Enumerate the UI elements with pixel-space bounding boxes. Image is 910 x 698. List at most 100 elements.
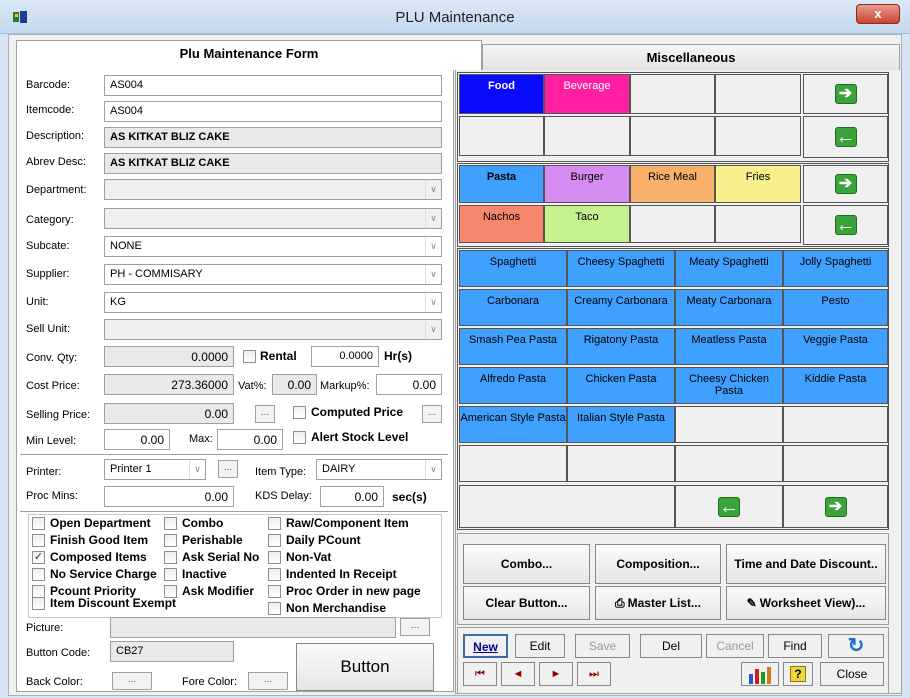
- flag-checkbox-ask-serial-no[interactable]: [164, 551, 177, 564]
- sell-unit-select[interactable]: ∨: [104, 319, 442, 340]
- flag-checkbox-composed-items[interactable]: ✓: [32, 551, 45, 564]
- flag-checkbox-open-department[interactable]: [32, 517, 45, 530]
- department-next-button[interactable]: ➔: [803, 74, 888, 114]
- category-prev-button[interactable]: ←: [803, 205, 888, 245]
- chevron-down-icon[interactable]: ∨: [189, 460, 205, 479]
- selling-price-ellipsis-button[interactable]: ...: [255, 405, 275, 423]
- new-button[interactable]: New: [463, 634, 508, 658]
- item-type-select[interactable]: DAIRY ∨: [316, 459, 442, 480]
- master-list-button[interactable]: ⎙ Master List...: [595, 586, 721, 620]
- flag-checkbox-item-discount-exempt[interactable]: [32, 597, 45, 610]
- item-button-italian-style-pasta[interactable]: Italian Style Pasta: [567, 406, 675, 443]
- flag-checkbox-indented-in-receipt[interactable]: [268, 568, 281, 581]
- min-level-input[interactable]: 0.00: [104, 429, 170, 450]
- item-button-veggie-pasta[interactable]: Veggie Pasta: [783, 328, 888, 365]
- button-preview[interactable]: Button: [296, 643, 434, 691]
- max-input[interactable]: 0.00: [217, 429, 283, 450]
- department-slot-empty[interactable]: [715, 74, 801, 114]
- item-next-button[interactable]: ➔: [783, 485, 888, 528]
- item-button-smash-pea-pasta[interactable]: Smash Pea Pasta: [459, 328, 567, 365]
- chevron-down-icon[interactable]: ∨: [425, 209, 441, 228]
- item-button-rigatony-pasta[interactable]: Rigatony Pasta: [567, 328, 675, 365]
- department-select[interactable]: ∨: [104, 179, 442, 200]
- item-button-american-style-pasta[interactable]: American Style Pasta: [459, 406, 567, 443]
- alert-stock-checkbox[interactable]: [293, 431, 306, 444]
- computed-price-ellipsis-button[interactable]: ...: [422, 405, 442, 423]
- item-slot-empty[interactable]: [459, 445, 567, 482]
- item-slot-empty[interactable]: [783, 406, 888, 443]
- department-slot-empty[interactable]: [630, 74, 715, 114]
- flag-checkbox-proc-order-in-new-page[interactable]: [268, 585, 281, 598]
- category-button-burger[interactable]: Burger: [544, 165, 630, 203]
- window-close-button[interactable]: x: [856, 4, 900, 24]
- category-button-pasta[interactable]: Pasta: [459, 165, 544, 203]
- item-button-chicken-pasta[interactable]: Chicken Pasta: [567, 367, 675, 404]
- picture-input[interactable]: [110, 617, 396, 638]
- chevron-down-icon[interactable]: ∨: [425, 237, 441, 256]
- tab-miscellaneous[interactable]: Miscellaneous: [482, 44, 900, 72]
- del-button[interactable]: Del: [640, 634, 702, 658]
- department-slot-empty[interactable]: [630, 116, 715, 156]
- itemcode-input[interactable]: AS004: [104, 101, 442, 122]
- department-slot-empty[interactable]: [459, 116, 544, 156]
- item-button-pesto[interactable]: Pesto: [783, 289, 888, 326]
- category-next-button[interactable]: ➔: [803, 165, 888, 203]
- chevron-down-icon[interactable]: ∨: [425, 180, 441, 199]
- chevron-down-icon[interactable]: ∨: [425, 460, 441, 479]
- markup-input[interactable]: 0.00: [376, 374, 442, 395]
- item-slot-empty[interactable]: [567, 445, 675, 482]
- item-slot-empty[interactable]: [459, 485, 675, 528]
- category-button-rice-meal[interactable]: Rice Meal: [630, 165, 715, 203]
- category-button-nachos[interactable]: Nachos: [459, 205, 544, 243]
- first-record-button[interactable]: ⏮: [463, 662, 497, 686]
- printer-ellipsis-button[interactable]: ...: [218, 460, 238, 478]
- cancel-button[interactable]: Cancel: [706, 634, 764, 658]
- item-button-kiddie-pasta[interactable]: Kiddie Pasta: [783, 367, 888, 404]
- unit-select[interactable]: KG ∨: [104, 292, 442, 313]
- department-prev-button[interactable]: ←: [803, 116, 888, 158]
- edit-button[interactable]: Edit: [515, 634, 565, 658]
- item-slot-empty[interactable]: [675, 406, 783, 443]
- button-code-input[interactable]: CB27: [110, 641, 234, 662]
- vat-input[interactable]: 0.00: [272, 374, 317, 395]
- fore-color-button[interactable]: ...: [248, 672, 288, 690]
- item-button-meaty-carbonara[interactable]: Meaty Carbonara: [675, 289, 783, 326]
- category-slot-empty[interactable]: [630, 205, 715, 243]
- proc-mins-input[interactable]: 0.00: [104, 486, 234, 507]
- chevron-down-icon[interactable]: ∨: [425, 320, 441, 339]
- subcate-select[interactable]: NONE ∨: [104, 236, 442, 257]
- flag-checkbox-daily-pcount[interactable]: [268, 534, 281, 547]
- picture-ellipsis-button[interactable]: ...: [400, 618, 430, 636]
- flag-checkbox-non-vat[interactable]: [268, 551, 281, 564]
- conv-qty-input[interactable]: 0.0000: [104, 346, 234, 367]
- help-button[interactable]: ?: [783, 662, 813, 686]
- item-button-jolly-spaghetti[interactable]: Jolly Spaghetti: [783, 250, 888, 287]
- flag-checkbox-non-merchandise[interactable]: [268, 602, 281, 615]
- item-button-carbonara[interactable]: Carbonara: [459, 289, 567, 326]
- description-input[interactable]: AS KITKAT BLIZ CAKE: [104, 127, 442, 148]
- item-slot-empty[interactable]: [783, 445, 888, 482]
- kds-delay-input[interactable]: 0.00: [320, 486, 384, 507]
- prev-record-button[interactable]: ◄: [501, 662, 535, 686]
- cost-price-input[interactable]: 273.36000: [104, 374, 234, 395]
- department-button-beverage[interactable]: Beverage: [544, 74, 630, 114]
- refresh-icon[interactable]: ↻: [828, 634, 884, 658]
- category-select[interactable]: ∨: [104, 208, 442, 229]
- category-button-fries[interactable]: Fries: [715, 165, 801, 203]
- flag-checkbox-combo[interactable]: [164, 517, 177, 530]
- barcode-input[interactable]: AS004: [104, 75, 442, 96]
- department-button-food[interactable]: Food: [459, 74, 544, 114]
- flag-checkbox-inactive[interactable]: [164, 568, 177, 581]
- back-color-button[interactable]: ...: [112, 672, 152, 690]
- selling-price-input[interactable]: 0.00: [104, 403, 234, 424]
- flag-checkbox-ask-modifier[interactable]: [164, 585, 177, 598]
- category-button-taco[interactable]: Taco: [544, 205, 630, 243]
- chevron-down-icon[interactable]: ∨: [425, 293, 441, 312]
- tab-plu-form[interactable]: Plu Maintenance Form: [16, 40, 482, 70]
- time-date-discount-button[interactable]: Time and Date Discount..: [726, 544, 886, 584]
- find-button[interactable]: Find: [768, 634, 822, 658]
- printer-select[interactable]: Printer 1 ∨: [104, 459, 206, 480]
- item-prev-button[interactable]: ←: [675, 485, 783, 528]
- item-button-creamy-carbonara[interactable]: Creamy Carbonara: [567, 289, 675, 326]
- item-button-cheesy-spaghetti[interactable]: Cheesy Spaghetti: [567, 250, 675, 287]
